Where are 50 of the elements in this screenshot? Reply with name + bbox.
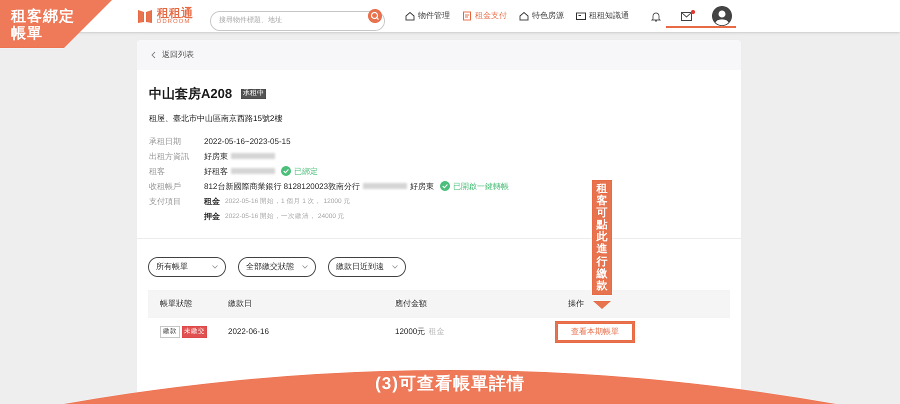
caption-text: (3)可查看帳單詳情 bbox=[374, 373, 526, 395]
nav-item[interactable]: 租租知識通 bbox=[576, 10, 629, 22]
chevron-left-icon bbox=[151, 51, 156, 59]
property-address: 租屋、臺北市中山區南京西路15號2樓 bbox=[149, 112, 284, 124]
nav-item[interactable]: 特色房源 bbox=[519, 10, 564, 22]
down-arrow-icon bbox=[593, 300, 611, 309]
verified-label: 已綁定 bbox=[294, 166, 318, 178]
detail-value: 812台新國際商業銀行 8128120023敦南分行 bbox=[204, 180, 360, 192]
logo-icon bbox=[137, 8, 153, 24]
table-cell-text: 2022-06-16 bbox=[228, 326, 270, 338]
column-header: 繳款日 bbox=[228, 298, 253, 310]
detail-value: 好租客 bbox=[204, 166, 228, 178]
callout-label: 租客可點此進行繳款 bbox=[592, 180, 612, 295]
house-icon bbox=[519, 11, 529, 21]
mail-icon bbox=[681, 12, 692, 20]
column-header: 應付金額 bbox=[395, 298, 428, 310]
detail-value: 2022-05-16~2023-05-15 bbox=[204, 136, 291, 148]
payment-item-name: 押金 bbox=[204, 210, 220, 222]
logo-text: 租租通 bbox=[157, 7, 193, 19]
column-header: 操作 bbox=[568, 298, 584, 310]
detail-value: 好房東 bbox=[410, 180, 434, 192]
filter-dropdown[interactable]: 繳款日近到遠 bbox=[328, 256, 406, 276]
detail-value: 好房東 bbox=[204, 150, 228, 162]
check-circle-icon bbox=[281, 166, 291, 176]
detail-label: 收租帳戶 bbox=[149, 180, 182, 192]
property-title: 中山套房A208 bbox=[149, 85, 232, 103]
detail-label: 支付項目 bbox=[149, 196, 182, 208]
board-icon bbox=[576, 11, 586, 21]
nav-item[interactable]: 物件管理 bbox=[405, 10, 450, 22]
chevron-down-icon bbox=[212, 264, 218, 268]
filter-dropdown[interactable]: 全部繳交狀態 bbox=[238, 256, 316, 276]
table-cell: 12000元 bbox=[395, 326, 426, 338]
avatar-icon bbox=[712, 6, 732, 26]
detail-label: 出租方資訊 bbox=[149, 150, 190, 162]
payment-item-name: 租金 bbox=[204, 196, 220, 208]
verified-label: 已開啟一鍵轉帳 bbox=[453, 180, 510, 192]
table-cell: 租金 bbox=[428, 326, 444, 338]
filter-dropdown[interactable]: 所有帳單 bbox=[148, 256, 226, 276]
search-icon bbox=[368, 9, 382, 23]
check-circle-icon bbox=[440, 181, 450, 191]
banner-title: 租客綁定帳單 bbox=[11, 8, 75, 42]
column-header: 帳單狀態 bbox=[160, 298, 193, 310]
house-icon bbox=[405, 11, 415, 21]
document-icon bbox=[462, 11, 472, 21]
chevron-down-icon bbox=[302, 264, 308, 268]
bell-icon bbox=[651, 10, 661, 22]
back-link[interactable]: 返回列表 bbox=[151, 49, 194, 61]
detail-label: 承租日期 bbox=[149, 136, 182, 148]
detail-label: 租客 bbox=[149, 166, 166, 178]
chevron-down-icon bbox=[392, 264, 398, 268]
